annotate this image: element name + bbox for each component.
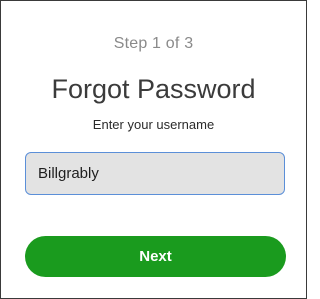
username-input[interactable]: [25, 152, 285, 195]
forgot-password-dialog: Step 1 of 3 Forgot Password Enter your u…: [0, 0, 307, 299]
page-subtitle: Enter your username: [92, 117, 215, 132]
next-button[interactable]: Next: [25, 236, 286, 277]
page-title: Forgot Password: [51, 74, 256, 104]
step-indicator: Step 1 of 3: [113, 35, 194, 52]
